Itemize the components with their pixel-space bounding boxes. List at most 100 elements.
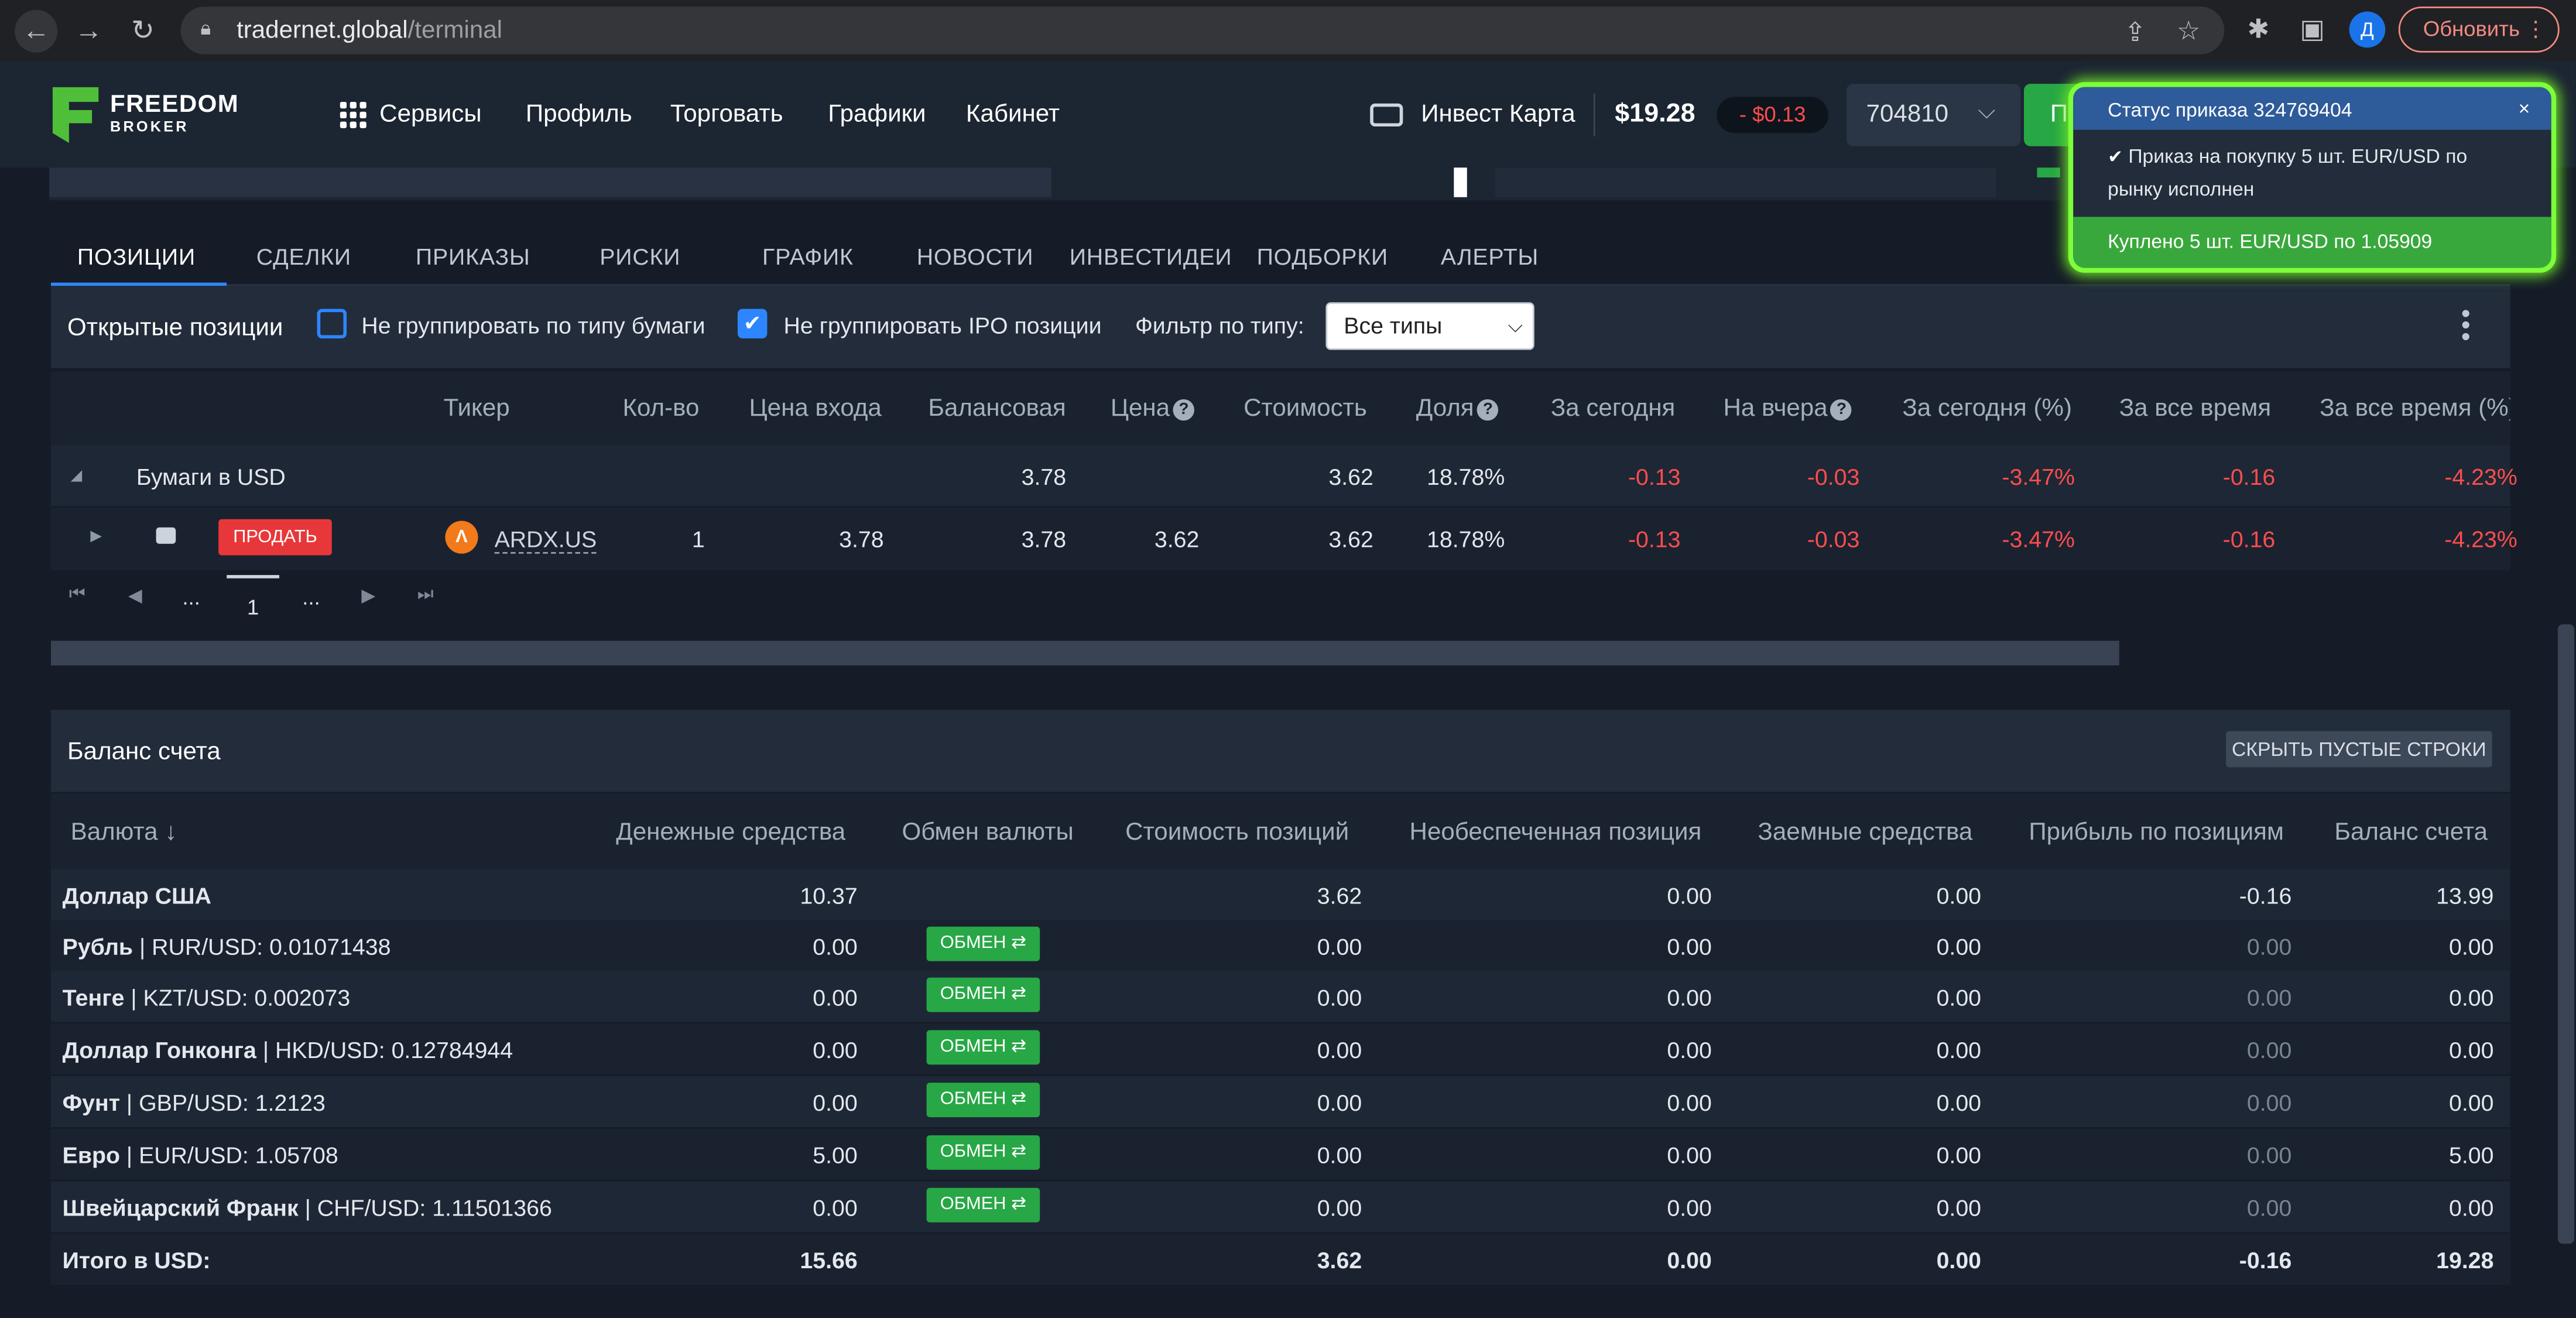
exchange-button[interactable]: ОБМЕН ⇄ [926,926,1040,961]
sell-button[interactable]: ПРОДАТЬ [218,519,332,556]
prev-page-icon[interactable]: ◀ [128,585,142,607]
separator: | [124,984,143,1011]
chat-icon[interactable] [156,527,176,544]
balance-row: Фунт | GBP/USD: 1.2123 ОБМЕН ⇄ 0.00 0.00 0.0… [50,1076,2510,1127]
col-all-time-pct[interactable]: За все время (%) [2320,394,2510,422]
market-strip-indicator [2037,167,2060,178]
col-profit[interactable]: Прибыль по позициям [2029,818,2284,846]
side-panel-icon[interactable]: ▣ [2300,13,2324,46]
currency-label: Евро [62,1142,121,1169]
hide-empty-rows-button[interactable]: СКРЫТЬ ПУСТЫЕ СТРОКИ [2226,731,2492,768]
col-positions-value[interactable]: Стоимость позиций [1125,818,1349,846]
update-button[interactable]: Обновить ⋮ [2398,6,2560,53]
col-borrowed[interactable]: Заемные средства [1758,818,1972,846]
pager-ellipsis-left[interactable]: ... [182,585,200,610]
col-qty[interactable]: Кол-во [622,394,699,422]
invest-card-link[interactable]: Инвест Карта [1421,100,1575,128]
bookmark-star-icon[interactable]: ☆ [2177,15,2200,47]
ticker-link[interactable]: ARDX.US [494,526,597,554]
tab-positions[interactable]: ПОЗИЦИИ [77,243,196,269]
col-today-pct[interactable]: За сегодня (%) [1902,394,2072,422]
tab-chart[interactable]: ГРАФИК [762,243,854,269]
back-icon[interactable]: ← [15,9,58,53]
col-account-balance[interactable]: Баланс счета [2334,818,2488,846]
col-entry-price[interactable]: Цена входа [749,394,882,422]
horizontal-scrollbar[interactable] [50,641,2119,666]
tab-trades[interactable]: СДЕЛКИ [256,243,351,269]
nav-charts[interactable]: Графики [828,100,926,128]
more-options-icon[interactable]: • • • [2459,302,2472,351]
position-row[interactable]: ▶ ПРОДАТЬ Λ ARDX.US 1 3.78 3.78 3.62 3.6… [50,508,2517,570]
cell-total: 5.00 [2449,1142,2494,1169]
last-page-icon[interactable]: ⏭︎ [417,585,434,606]
total-profit: -0.16 [2239,1247,2292,1274]
freedom-logo-icon[interactable] [52,87,99,143]
col-exchange[interactable]: Обмен валюты [902,818,1073,846]
collapse-triangle-icon[interactable]: ◢ [71,467,82,485]
address-bar[interactable]: 🔒︎ tradernet.global/terminal ⇪ ☆ [180,6,2225,54]
currency-name: Швейцарский Франк | CHF/USD: 1.11501366 [63,1194,552,1221]
pager-ellipsis-right[interactable]: ... [302,585,320,610]
col-cash[interactable]: Денежные средства [616,818,845,846]
today-pct: -3.47% [2002,525,2075,552]
col-value[interactable]: Стоимость [1244,394,1367,422]
group-name: Бумаги в USD [136,463,286,490]
cell-total: 0.00 [2449,1036,2494,1063]
col-unsecured[interactable]: Необеспеченная позиция [1410,818,1702,846]
logo-text-top: FREEDOM [110,90,239,119]
positions-title: Открытые позиции [67,313,283,342]
separator: | [133,933,152,960]
currency-name: Доллар США [63,882,211,909]
market-strip-marker [1454,167,1467,197]
current-page[interactable]: 1 [227,575,280,624]
cell-borrowed: 0.00 [1936,882,1982,909]
tab-alerts[interactable]: АЛЕРТЫ [1441,243,1539,269]
nav-services[interactable]: Сервисы [379,100,481,128]
no-group-ipo-label[interactable]: Не группировать IPO позиции [783,312,1101,338]
reload-icon[interactable]: ↻ [122,10,165,53]
profile-avatar[interactable]: Д [2349,11,2386,48]
tab-risks[interactable]: РИСКИ [600,243,680,269]
tab-orders[interactable]: ПРИКАЗЫ [416,243,530,269]
col-ticker[interactable]: Тикер [444,394,510,422]
exchange-button[interactable]: ОБМЕН ⇄ [926,1135,1040,1170]
tab-investideas[interactable]: ИНВЕСТИДЕИ [1070,243,1232,269]
forward-icon[interactable]: → [67,10,110,53]
type-filter-select[interactable]: Все типы ⌵ [1325,302,1534,350]
col-balance-price[interactable]: Балансовая [928,394,1066,422]
exchange-button[interactable]: ОБМЕН ⇄ [926,1187,1040,1223]
exchange-button[interactable]: ОБМЕН ⇄ [926,977,1040,1012]
nav-trade[interactable]: Торговать [670,100,783,128]
col-yesterday[interactable]: На вчера? [1723,394,1852,422]
exchange-button[interactable]: ОБМЕН ⇄ [926,1083,1040,1118]
col-price[interactable]: Цена? [1111,394,1195,422]
next-page-icon[interactable]: ▶ [361,585,375,607]
col-share[interactable]: Доля? [1416,394,1499,422]
help-icon[interactable]: ? [1173,399,1195,421]
tab-selections[interactable]: ПОДБОРКИ [1257,243,1389,269]
checkmark-icon: ✔ [2108,148,2123,168]
group-row[interactable]: ◢ Бумаги в USD 3.78 3.62 18.78% -0.13 -0… [50,445,2517,506]
no-group-type-label[interactable]: Не группировать по типу бумаги [361,312,705,338]
account-select[interactable]: 704810 ⌵ [1846,84,2021,146]
extensions-icon[interactable]: ✱ [2248,13,2270,46]
close-icon[interactable]: × [2519,97,2530,120]
expand-triangle-icon[interactable]: ▶ [90,528,101,546]
help-icon[interactable]: ? [1831,399,1852,421]
tab-news[interactable]: НОВОСТИ [917,243,1034,269]
col-all-time[interactable]: За все время [2119,394,2271,422]
nav-cabinet[interactable]: Кабинет [966,100,1060,128]
services-grid-icon[interactable] [340,101,366,128]
cell-cash: 0.00 [813,1194,858,1221]
col-today[interactable]: За сегодня [1551,394,1676,422]
help-icon[interactable]: ? [1477,399,1499,421]
share-icon[interactable]: ⇪ [2124,16,2146,49]
no-group-type-checkbox[interactable] [317,309,347,339]
exchange-rate: HKD/USD: 0.12784944 [275,1036,513,1063]
nav-profile[interactable]: Профиль [526,100,632,128]
first-page-icon[interactable]: ⏮︎ [69,585,85,606]
col-currency[interactable]: Валюта ↓ [71,818,177,846]
no-group-ipo-checkbox[interactable]: ✔ [737,309,768,339]
exchange-button[interactable]: ОБМЕН ⇄ [926,1030,1040,1065]
vertical-scrollbar[interactable] [2557,624,2575,1244]
